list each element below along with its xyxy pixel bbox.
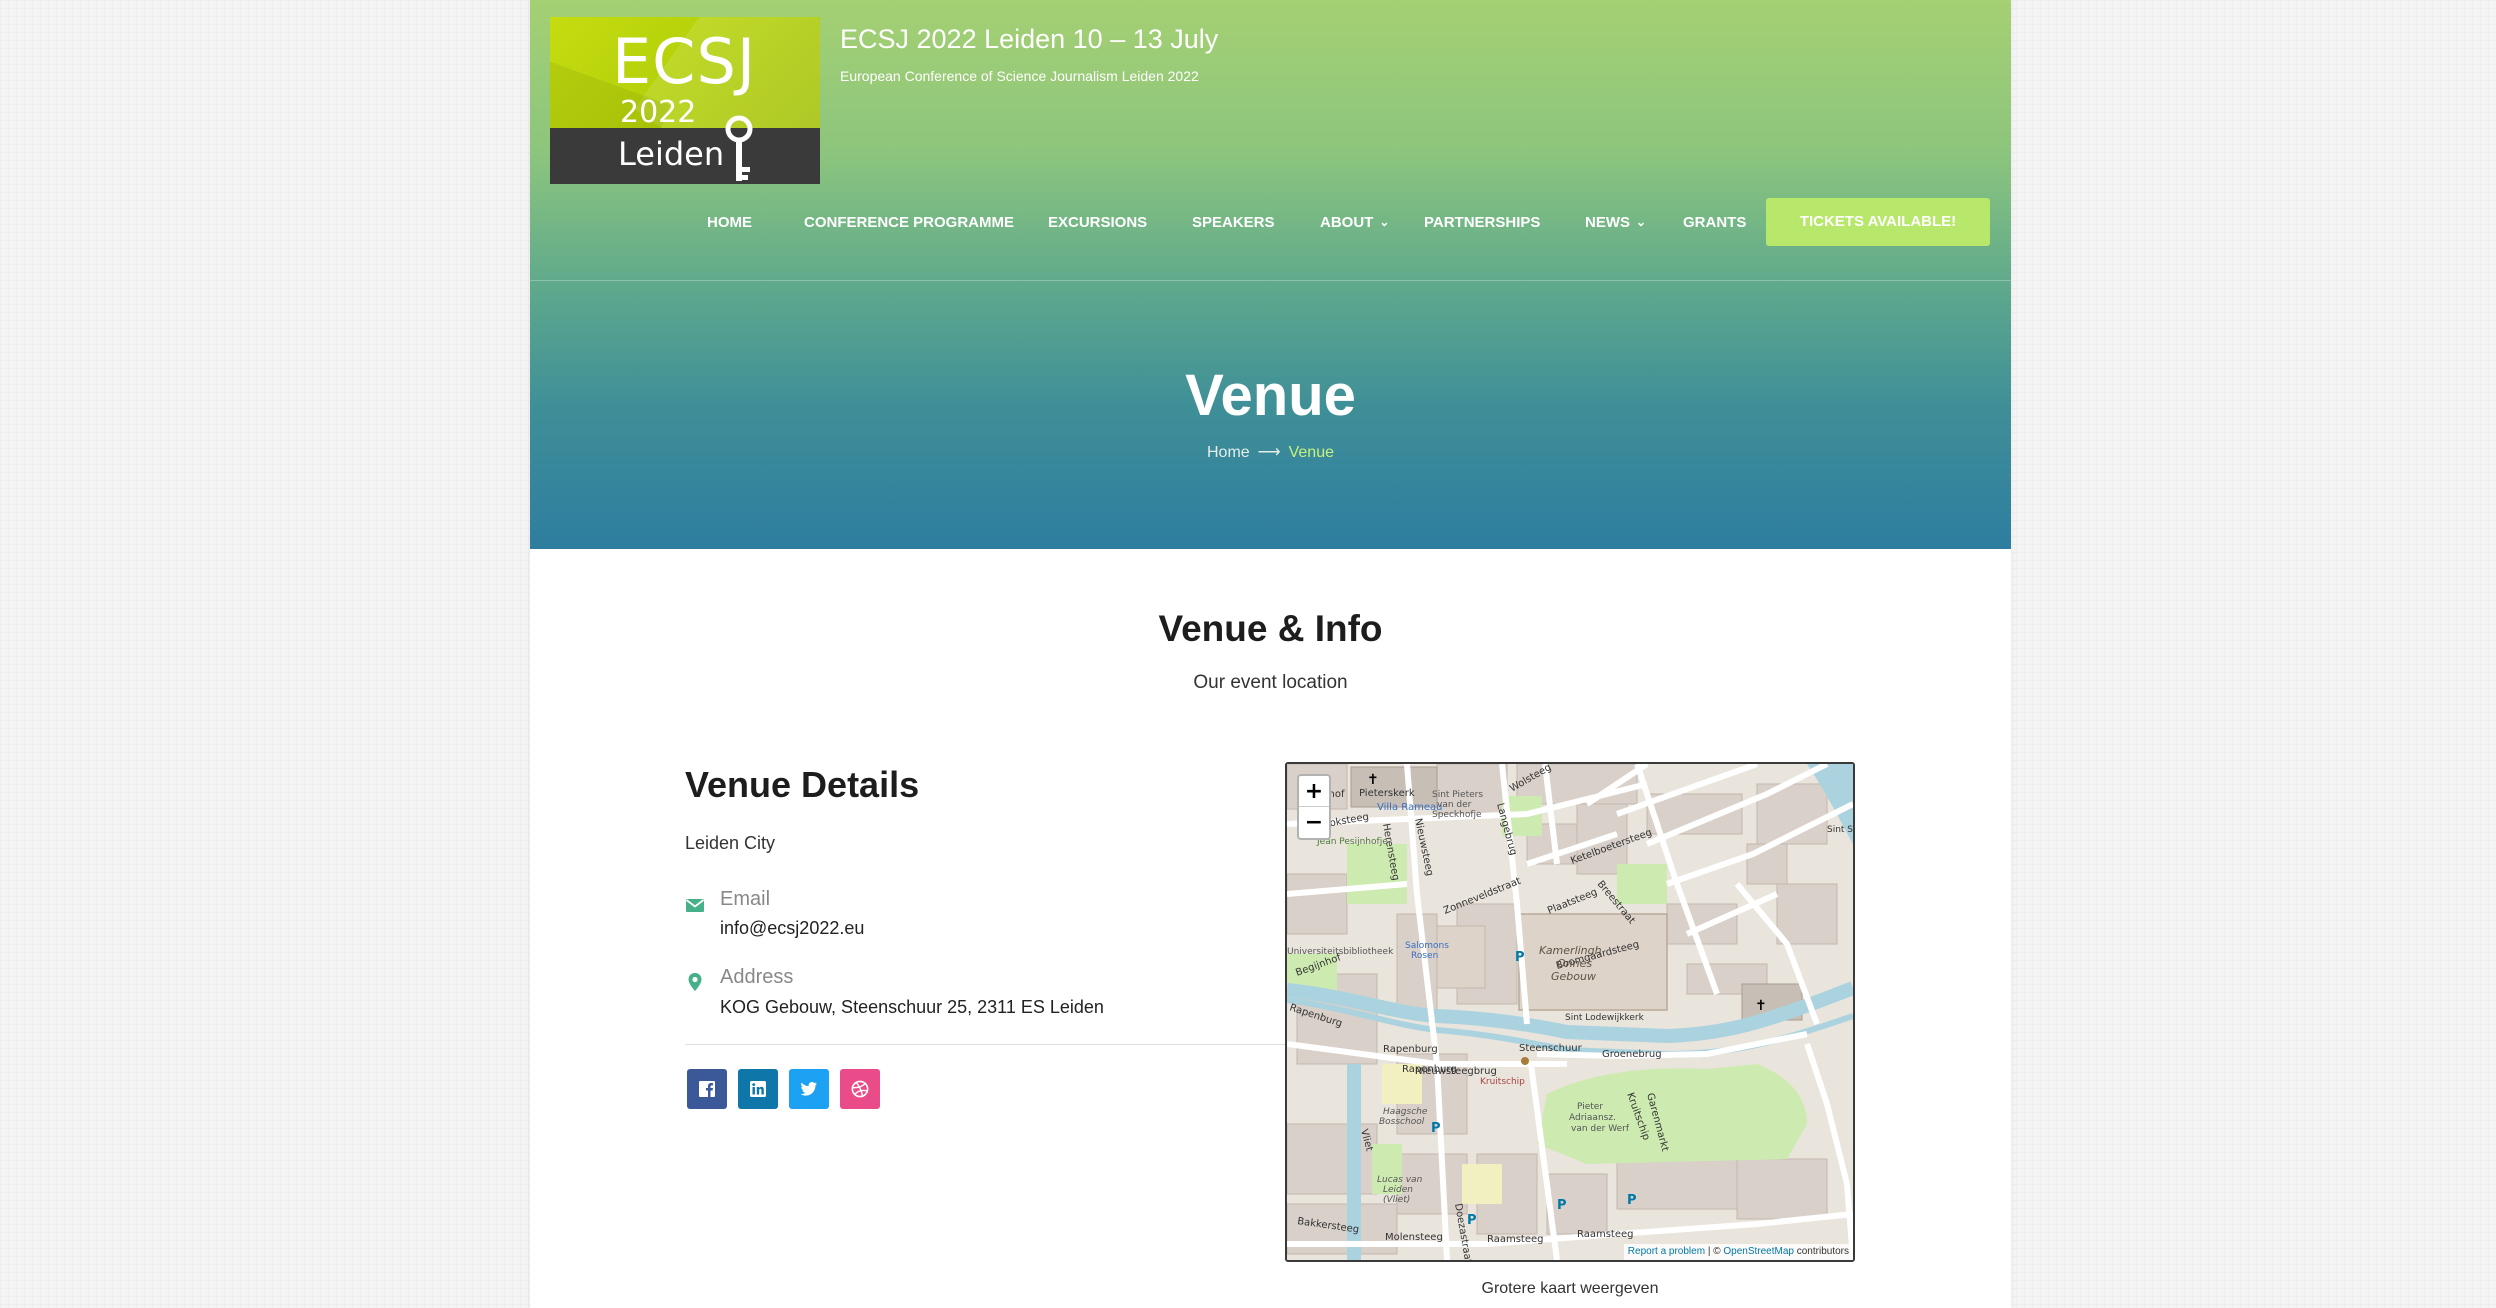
map-tiles: Pieterskerk kerkhof Villa Rameau Sint Pi… — [1287, 764, 1853, 1260]
parking-icon: P — [1431, 1121, 1441, 1136]
map-label-werf: van der Werf — [1571, 1124, 1630, 1134]
map-label-kruitschip: Kruitschip — [1480, 1077, 1525, 1087]
map-label-speckhofje: Speckhofje — [1432, 810, 1482, 820]
nav-item-home[interactable]: HOME — [707, 198, 752, 248]
chevron-down-icon: ⌄ — [1379, 215, 1390, 229]
map-label-nieuwsteegbrug: Nieuwsteegbrug — [1415, 1066, 1497, 1077]
map-label-haagsche: Haagsche — [1383, 1107, 1428, 1117]
key-icon — [725, 115, 753, 181]
map-label-rapenburg-2: Rapenburg — [1383, 1044, 1438, 1055]
address-value: KOG Gebouw, Steenschuur 25, 2311 ES Leid… — [720, 997, 1104, 1017]
logo-text-city: Leiden — [618, 135, 725, 173]
section-subtitle: Our event location — [1193, 672, 1348, 693]
page-wrapper: ECSJ 2022 Leiden ECSJ 2022 Leiden 10 – 1… — [530, 0, 2011, 1308]
map-label-steenschuur: Steenschuur — [1519, 1043, 1583, 1054]
map-label-vliet-paren: (Vliet) — [1383, 1195, 1410, 1205]
zoom-in-button[interactable]: + — [1299, 776, 1329, 807]
site-title[interactable]: ECSJ 2022 Leiden 10 – 13 July — [840, 24, 1218, 55]
map-label-universiteitsbibliotheek: Universiteitsbibliotheek — [1287, 947, 1394, 957]
parking-icon: P — [1467, 1213, 1477, 1228]
site-tagline: European Conference of Science Journalis… — [840, 68, 1199, 84]
venue-details-title: Venue Details — [685, 764, 920, 805]
twitter-button[interactable] — [789, 1069, 829, 1109]
breadcrumb-current: Venue — [1288, 444, 1334, 461]
map-pin-icon — [688, 973, 702, 991]
osm-link[interactable]: OpenStreetMap — [1723, 1246, 1794, 1257]
envelope-icon — [685, 899, 705, 912]
map-label-onnes: Onnes — [1557, 957, 1592, 970]
section-title: Venue & Info — [1158, 608, 1383, 649]
logo-text-year: 2022 — [620, 95, 697, 130]
twitter-icon — [800, 1082, 817, 1096]
map-label-kamerlingh: Kamerlingh — [1539, 944, 1602, 957]
facebook-button[interactable] — [687, 1069, 727, 1109]
site-logo[interactable]: ECSJ 2022 Leiden — [550, 17, 820, 184]
map-label-van-der: van der — [1437, 800, 1472, 810]
logo-text-ecsj: ECSJ — [612, 25, 757, 98]
map-label-bosschool: Bosschool — [1379, 1117, 1425, 1127]
chevron-down-icon: ⌄ — [1636, 215, 1647, 229]
map-label-sint-pieters: Sint Pieters — [1432, 790, 1483, 800]
map-label-leiden: Leiden — [1383, 1185, 1413, 1195]
facebook-icon — [699, 1081, 715, 1097]
map-label-gebouw: Gebouw — [1551, 970, 1596, 983]
church-icon: ✝ — [1367, 771, 1379, 787]
email-label: Email — [720, 888, 771, 910]
page-title: Venue — [1185, 363, 1356, 428]
linkedin-button[interactable] — [738, 1069, 778, 1109]
email-value[interactable]: info@ecsj2022.eu — [720, 918, 864, 939]
map-label-rosen: Rosen — [1411, 951, 1438, 961]
breadcrumb: Home ⟶ Venue — [530, 442, 2011, 462]
tickets-button[interactable]: TICKETS AVAILABLE! — [1766, 198, 1990, 246]
address-label: Address — [720, 966, 794, 988]
larger-map-link[interactable]: Grotere kaart weergeven — [1285, 1280, 1855, 1298]
monument-icon — [1521, 1057, 1529, 1065]
map-label-pieterskerk: Pieterskerk — [1359, 788, 1415, 799]
zoom-control: + − — [1297, 774, 1331, 840]
map-label-salomons: Salomons — [1405, 941, 1449, 951]
breadcrumb-home-link[interactable]: Home — [1207, 444, 1250, 461]
map-attribution: Report a problem | © OpenStreetMap contr… — [1623, 1244, 1853, 1260]
map-label-molensteeg: Molensteeg — [1385, 1232, 1443, 1243]
map-label-sint-seb: Sint Seb — [1827, 825, 1853, 835]
details-divider — [685, 1044, 1385, 1045]
map-label-sint-lodewijkkerk: Sint Lodewijkkerk — [1565, 1013, 1645, 1023]
map-label-groenebrug: Groenebrug — [1602, 1049, 1662, 1060]
report-problem-link[interactable]: Report a problem — [1628, 1246, 1705, 1257]
zoom-out-button[interactable]: − — [1299, 807, 1329, 838]
nav-item-grants[interactable]: GRANTS — [1683, 198, 1746, 248]
linkedin-icon — [750, 1081, 766, 1097]
map-label-adriaansz: Adriaansz. — [1569, 1113, 1616, 1123]
nav-item-about[interactable]: ABOUT ⌄ — [1320, 198, 1389, 248]
nav-item-conference-programme[interactable]: CONFERENCE PROGRAMME — [804, 198, 1014, 248]
hero-header: ECSJ 2022 Leiden ECSJ 2022 Leiden 10 – 1… — [530, 0, 2011, 549]
map-label-pieter: Pieter — [1577, 1102, 1603, 1112]
venue-map[interactable]: Pieterskerk kerkhof Villa Rameau Sint Pi… — [1285, 762, 1855, 1262]
map-label-raamsteeg-1: Raamsteeg — [1487, 1234, 1544, 1245]
nav-divider — [530, 280, 2011, 281]
map-label-lucas: Lucas van — [1377, 1175, 1423, 1185]
dribbble-button[interactable] — [840, 1069, 880, 1109]
venue-name: Leiden City — [685, 833, 776, 853]
parking-icon: P — [1515, 950, 1525, 965]
main-nav: HOME CONFERENCE PROGRAMME EXCURSIONS SPE… — [530, 198, 2011, 248]
parking-icon: P — [1557, 1198, 1567, 1213]
nav-item-news[interactable]: NEWS ⌄ — [1585, 198, 1646, 248]
nav-item-speakers[interactable]: SPEAKERS — [1192, 198, 1275, 248]
map-label-raamsteeg-2: Raamsteeg — [1577, 1229, 1634, 1240]
parking-icon: P — [1627, 1193, 1637, 1208]
nav-item-excursions[interactable]: EXCURSIONS — [1048, 198, 1147, 248]
nav-item-partnerships[interactable]: PARTNERSHIPS — [1424, 198, 1540, 248]
arrow-right-icon: ⟶ — [1257, 444, 1281, 461]
church-icon: ✝ — [1755, 997, 1767, 1013]
dribbble-icon — [851, 1080, 869, 1098]
